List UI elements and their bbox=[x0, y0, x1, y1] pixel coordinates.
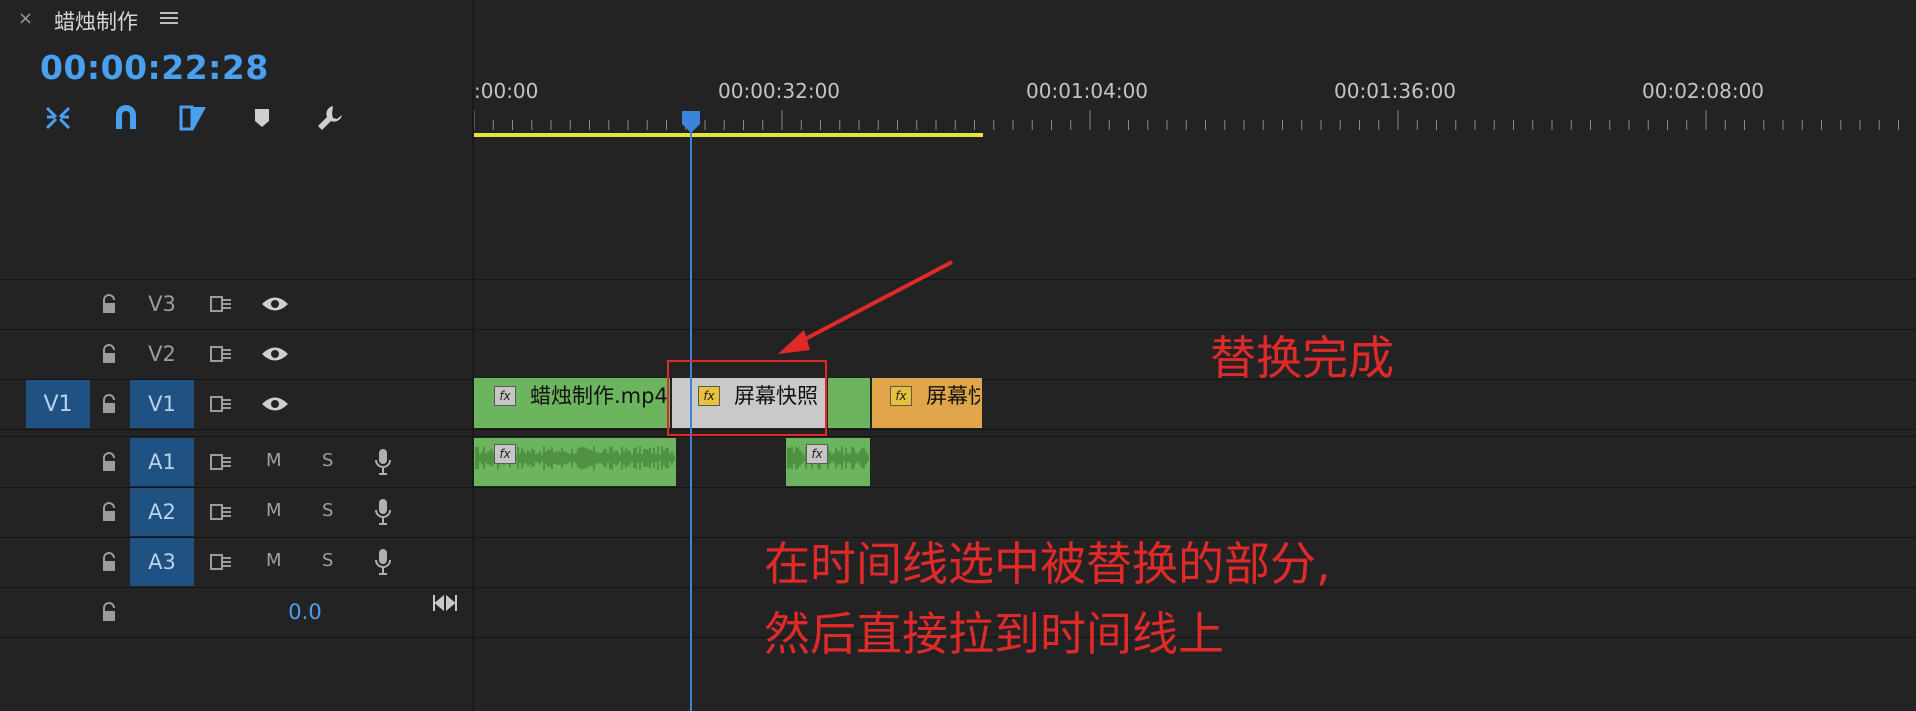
ruler-label: 00:01:36:00 bbox=[1334, 79, 1457, 103]
sync-lock-icon[interactable] bbox=[208, 500, 234, 524]
mute-button[interactable]: M bbox=[266, 550, 282, 571]
track-header-a2: A2 M S bbox=[0, 488, 472, 536]
wrench-settings-icon[interactable] bbox=[312, 100, 348, 136]
annotation-instruction-line1: 在时间线选中被替换的部分, bbox=[764, 537, 1331, 591]
microphone-icon[interactable] bbox=[372, 448, 394, 476]
panel-menu-icon[interactable] bbox=[160, 9, 178, 27]
annotation-instruction-line2: 然后直接拉到时间线上 bbox=[764, 607, 1224, 661]
fx-badge: fx bbox=[494, 444, 516, 464]
track-name-a3[interactable]: A3 bbox=[130, 538, 194, 586]
add-marker-icon[interactable] bbox=[244, 100, 280, 136]
track-header-v2: V2 bbox=[0, 330, 472, 378]
work-area-bar[interactable] bbox=[474, 133, 983, 137]
sequence-title[interactable]: 蜡烛制作 bbox=[54, 6, 138, 36]
track-name-v3[interactable]: V3 bbox=[130, 280, 194, 328]
go-to-in-out-icon[interactable] bbox=[432, 592, 458, 614]
playhead-handle[interactable] bbox=[680, 110, 702, 134]
eye-icon[interactable] bbox=[260, 392, 290, 416]
track-header-v1: V1 V1 bbox=[0, 380, 472, 428]
playhead-timecode[interactable]: 00:00:22:28 bbox=[40, 48, 269, 87]
sync-lock-icon[interactable] bbox=[208, 292, 234, 316]
ruler-label: 00:01:04:00 bbox=[1026, 79, 1149, 103]
lock-icon[interactable] bbox=[98, 600, 120, 624]
annotation-replace-done: 替换完成 bbox=[1210, 331, 1394, 385]
lock-icon[interactable] bbox=[98, 550, 120, 574]
annotation-arrow bbox=[778, 260, 953, 354]
video-clip[interactable] bbox=[828, 378, 870, 428]
track-header-a3: A3 M S bbox=[0, 538, 472, 586]
lock-icon[interactable] bbox=[98, 450, 120, 474]
ripple-insert-icon[interactable] bbox=[40, 100, 76, 136]
row-divider bbox=[0, 429, 1916, 430]
row-divider bbox=[0, 436, 1916, 437]
audio-clip[interactable] bbox=[786, 438, 870, 486]
highlight-box bbox=[667, 360, 827, 436]
track-header-v3: V3 bbox=[0, 280, 472, 328]
sync-lock-icon[interactable] bbox=[208, 450, 234, 474]
track-name-v1[interactable]: V1 bbox=[130, 380, 194, 428]
lock-icon[interactable] bbox=[98, 392, 120, 416]
audio-waveform bbox=[787, 446, 869, 470]
fx-badge: fx bbox=[806, 444, 828, 464]
track-name-v2[interactable]: V2 bbox=[130, 330, 194, 378]
linked-selection-icon[interactable] bbox=[176, 100, 212, 136]
track-name-a1[interactable]: A1 bbox=[130, 438, 194, 486]
track-header-divider bbox=[472, 0, 474, 711]
sync-lock-icon[interactable] bbox=[208, 550, 234, 574]
source-patch-v1[interactable]: V1 bbox=[26, 380, 90, 428]
fx-badge: fx bbox=[494, 386, 516, 406]
clip-label: 屏幕快 bbox=[926, 384, 980, 408]
track-header-a1: A1 M S bbox=[0, 438, 472, 486]
solo-button[interactable]: S bbox=[322, 450, 333, 471]
lock-icon[interactable] bbox=[98, 292, 120, 316]
master-volume[interactable]: 0.0 bbox=[280, 600, 330, 624]
microphone-icon[interactable] bbox=[372, 548, 394, 576]
mute-button[interactable]: M bbox=[266, 450, 282, 471]
sync-lock-icon[interactable] bbox=[208, 392, 234, 416]
microphone-icon[interactable] bbox=[372, 498, 394, 526]
solo-button[interactable]: S bbox=[322, 500, 333, 521]
ruler-label: 00:02:08:00 bbox=[1642, 79, 1765, 103]
mute-button[interactable]: M bbox=[266, 500, 282, 521]
lock-icon[interactable] bbox=[98, 500, 120, 524]
close-tab-button[interactable]: × bbox=[18, 8, 33, 29]
solo-button[interactable]: S bbox=[322, 550, 333, 571]
lock-icon[interactable] bbox=[98, 342, 120, 366]
ruler-label: 00:00:32:00 bbox=[718, 79, 841, 103]
ruler-label: :00:00 bbox=[474, 79, 539, 103]
track-name-a2[interactable]: A2 bbox=[130, 488, 194, 536]
eye-icon[interactable] bbox=[260, 292, 290, 316]
eye-icon[interactable] bbox=[260, 342, 290, 366]
snap-magnet-icon[interactable] bbox=[108, 100, 144, 136]
fx-badge: fx bbox=[890, 386, 912, 406]
sync-lock-icon[interactable] bbox=[208, 342, 234, 366]
clip-label: 蜡烛制作.mp4 bbox=[530, 384, 668, 408]
